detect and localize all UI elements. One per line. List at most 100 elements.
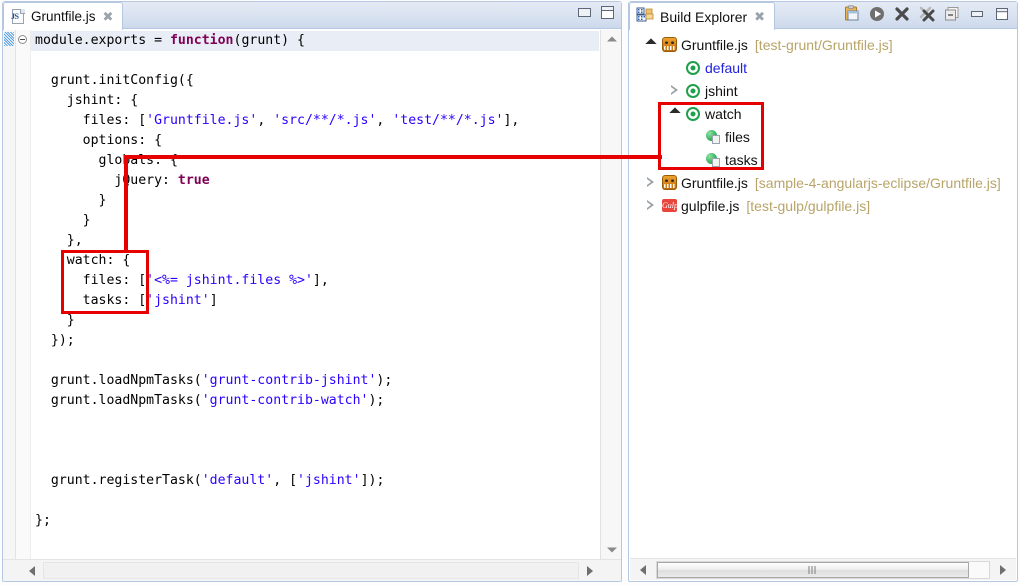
close-icon[interactable]: ✖ [103,10,114,23]
code-text[interactable]: module.exports = function(grunt) { grunt… [31,30,599,559]
build-explorer-frame: Build Explorer ✖ Gruntfile.js [test-grun… [628,1,1018,582]
code-line: grunt.loadNpmTasks('grunt-contrib-jshint… [31,371,599,391]
tree-item-label: tasks [725,151,758,168]
explorer-hscroll-thumb[interactable] [657,562,969,578]
tree-item-label: Gruntfile.js [681,36,748,53]
scroll-right-icon[interactable] [992,559,1014,580]
code-token: } [35,313,75,328]
chevron-right-icon[interactable] [644,194,660,217]
editor-horizontal-scrollbar[interactable] [3,559,621,581]
view-minimize-button[interactable] [968,5,986,23]
tree-item-label: jshint [705,82,738,99]
code-line: }, [31,231,599,251]
tree-item-gruntfile-js[interactable]: Gruntfile.js [test-grunt/Gruntfile.js] [630,33,1016,56]
chevron-right-icon[interactable] [668,79,684,102]
code-line: grunt.initConfig({ [31,71,599,91]
run-build-button[interactable] [868,5,886,23]
editor-hscroll-track[interactable] [43,562,579,579]
paste-clipboard-button[interactable] [843,5,861,23]
chevron-right-icon[interactable] [644,171,660,194]
tree-item-files[interactable]: files [630,125,1016,148]
code-line: }); [31,331,599,351]
build-explorer-part: Build Explorer ✖ Gruntfile.js [test-grun… [626,0,1020,585]
chevron-down-icon[interactable] [668,102,684,125]
code-token: ], [503,113,520,128]
code-token: (grunt) { [233,33,305,48]
code-line: watch: { [31,251,599,271]
view-maximize-button[interactable] [993,5,1011,23]
code-token: '<%= jshint.files %>' [146,273,313,288]
build-explorer-tree[interactable]: Gruntfile.js [test-grunt/Gruntfile.js] def… [630,30,1016,558]
property-icon [704,127,723,146]
editor-gutter[interactable] [3,30,16,559]
tree-item-path: [sample-4-angularjs-eclipse/Gruntfile.js… [754,174,1001,191]
code-token: grunt.initConfig({ [35,73,194,88]
code-token: files: [ [35,273,147,288]
code-line: files: ['<%= jshint.files %>'], [31,271,599,291]
eclipse-workbench: JS Gruntfile.js ✖ module.exports = funct… [0,0,1020,585]
tree-item-path: [test-grunt/Gruntfile.js] [754,36,893,53]
editor-vertical-scrollbar[interactable] [600,30,621,559]
maximize-icon[interactable] [601,6,614,19]
tree-item-label: gulpfile.js [681,197,740,214]
code-line: grunt.loadNpmTasks('grunt-contrib-watch'… [31,391,599,411]
tree-item-tasks[interactable]: tasks [630,148,1016,171]
code-token: , [ [273,473,298,488]
target-icon [684,104,703,123]
code-token: files: [ [35,113,147,128]
editor-window-buttons [578,6,614,19]
editor-folding-column[interactable] [16,30,31,559]
scroll-up-icon[interactable] [601,30,622,48]
code-token: module.exports = [35,33,170,48]
minimize-icon[interactable] [578,8,591,17]
code-token: 'grunt-contrib-jshint' [201,373,377,388]
code-token: }, [35,233,83,248]
close-icon[interactable]: ✖ [754,10,765,23]
terminate-all-button[interactable] [918,5,936,23]
tree-item-path: [test-gulp/gulpfile.js] [746,197,871,214]
code-line: options: { [31,131,599,151]
explorer-hscroll-track[interactable] [656,561,990,579]
tree-item-jshint[interactable]: jshint [630,79,1016,102]
tree-item-watch[interactable]: watch [630,102,1016,125]
build-explorer-horizontal-scrollbar[interactable] [630,558,1016,580]
js-file-icon-badge: JS [11,11,19,21]
code-line: files: ['Gruntfile.js', 'src/**/*.js', '… [31,111,599,131]
collapse-all-button[interactable] [943,5,961,23]
code-line: }; [31,511,599,531]
terminate-button[interactable] [893,5,911,23]
fold-collapse-icon[interactable] [18,35,27,44]
editor-tabbar: JS Gruntfile.js ✖ [3,2,621,30]
scroll-down-icon[interactable] [601,541,622,559]
code-token: }); [35,333,75,348]
tree-item-gruntfile-js[interactable]: Gruntfile.js [sample-4-angularjs-eclipse/… [630,171,1016,194]
tab-gruntfile-js[interactable]: JS Gruntfile.js ✖ [3,2,124,30]
tree-item-label: default [705,59,748,76]
code-token: ); [368,393,385,408]
build-explorer-tab-title: Build Explorer [660,8,748,25]
code-line: } [31,311,599,331]
code-token: 'src/**/*.js' [273,113,377,128]
scroll-left-icon[interactable] [632,559,654,580]
scroll-left-icon[interactable] [21,560,43,581]
tab-build-explorer[interactable]: Build Explorer ✖ [629,2,776,30]
scroll-right-icon[interactable] [579,560,601,581]
code-token: 'Gruntfile.js' [146,113,258,128]
js-file-icon: JS [11,8,26,25]
tree-item-label: Gruntfile.js [681,174,748,191]
build-explorer-icon [636,7,655,26]
code-line: globals: { [31,151,599,171]
tree-item-gulpfile-js[interactable]: gulpfile.js [test-gulp/gulpfile.js] [630,194,1016,217]
chevron-down-icon[interactable] [644,33,660,56]
code-token: 'test/**/*.js' [392,113,504,128]
code-token: } [35,193,107,208]
code-token: globals: { [35,153,178,168]
grunt-icon [660,35,679,54]
tree-item-default[interactable]: default [630,56,1016,79]
